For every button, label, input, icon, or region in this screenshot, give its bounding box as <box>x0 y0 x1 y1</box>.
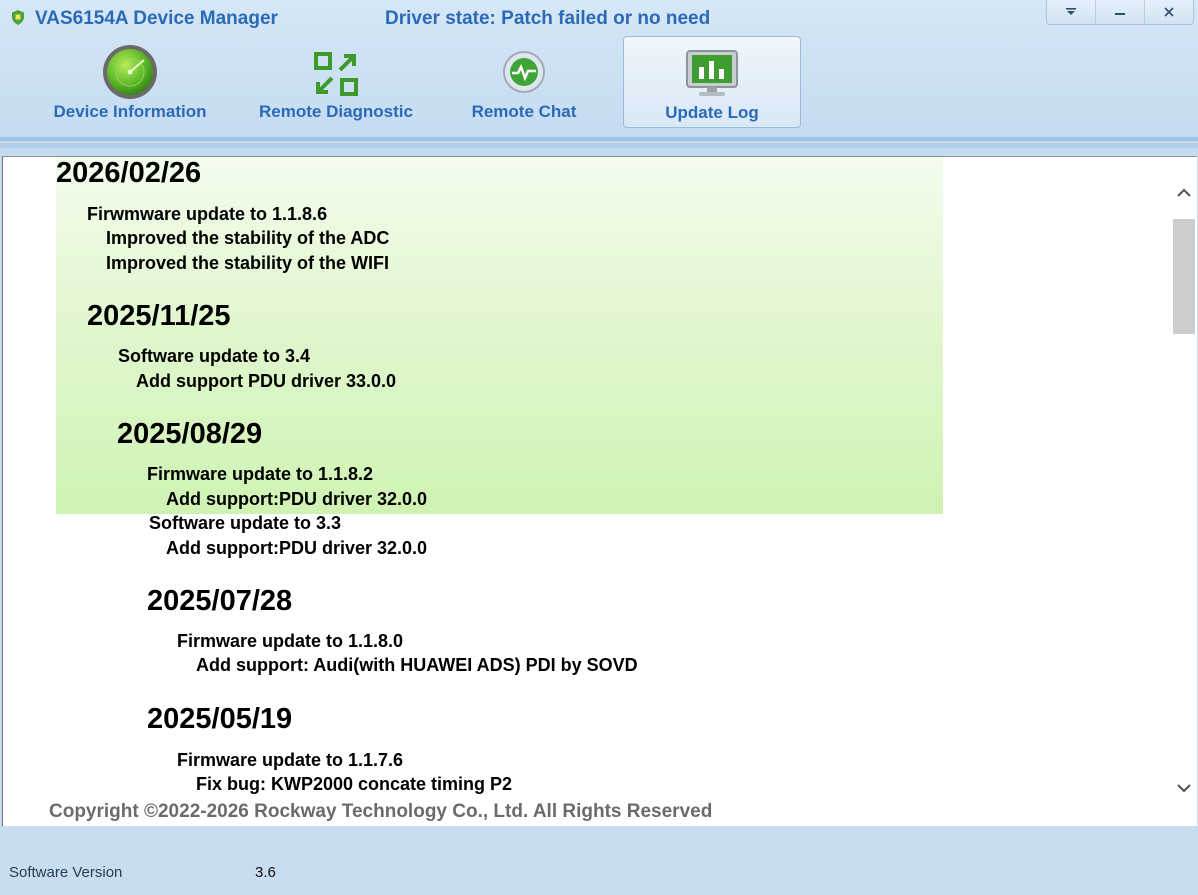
scroll-up-button[interactable] <box>1170 179 1197 207</box>
chevron-up-icon <box>1176 188 1191 197</box>
tab-label: Device Information <box>53 102 207 121</box>
log-line: Firmware update to 1.1.8.2 <box>147 464 374 484</box>
menu-dropdown-button[interactable] <box>1047 0 1095 24</box>
log-date: 2025/07/28 <box>147 585 293 617</box>
tab-remote-diagnostic[interactable]: Remote Diagnostic <box>248 36 424 128</box>
update-log-panel[interactable]: 2026/02/26 Firwmware update to 1.1.8.6 I… <box>2 156 1197 827</box>
minimize-icon <box>1115 13 1125 15</box>
scroll-thumb[interactable] <box>1173 219 1195 334</box>
log-line: Improved the stability of the WIFI <box>106 253 390 273</box>
log-line: Add support:PDU driver 32.0.0 <box>166 538 428 558</box>
header-divider <box>0 137 1198 141</box>
window-controls <box>1046 0 1194 25</box>
log-date: 2025/11/25 <box>87 300 231 332</box>
log-line: Improved the stability of the ADC <box>106 228 390 248</box>
log-line: Add support PDU driver 33.0.0 <box>136 371 397 391</box>
monitor-chart-icon <box>686 50 738 96</box>
log-line: Add support: Audi(with HUAWEI ADS) PDI b… <box>196 655 638 675</box>
scroll-down-button[interactable] <box>1170 774 1197 802</box>
log-line: Firmware update to 1.1.8.0 <box>177 631 404 651</box>
log-line: Firwmware update to 1.1.8.6 <box>87 204 328 224</box>
radar-icon <box>103 45 157 99</box>
log-date: 2026/02/26 <box>56 157 202 189</box>
status-footer: Software Version 3.6 <box>0 826 1198 895</box>
software-version-value: 3.6 <box>255 864 276 881</box>
tab-remote-chat[interactable]: Remote Chat <box>452 36 596 128</box>
log-line: Fix bug: KWP2000 concate timing P2 <box>196 774 513 794</box>
log-date: 2025/05/19 <box>147 703 293 735</box>
app-shield-icon <box>12 10 24 25</box>
minimize-button[interactable] <box>1095 0 1144 24</box>
chevron-down-icon <box>1176 784 1191 793</box>
remote-arrows-icon <box>314 52 358 96</box>
log-line: Software update to 3.4 <box>118 346 311 366</box>
tab-label: Update Log <box>665 103 759 122</box>
app-title: VAS6154A Device Manager <box>35 8 278 29</box>
title-bar: VAS6154A Device Manager Driver state: Pa… <box>0 0 1198 143</box>
tab-label: Remote Diagnostic <box>259 102 413 121</box>
header-divider <box>0 148 1198 156</box>
copyright-text: Copyright ©2022-2026 Rockway Technology … <box>49 801 713 822</box>
chevron-down-icon <box>1066 8 1076 15</box>
driver-state-text: Driver state: Patch failed or no need <box>385 8 711 29</box>
tab-label: Remote Chat <box>471 102 577 121</box>
log-line: Add support:PDU driver 32.0.0 <box>166 489 428 509</box>
tab-device-information[interactable]: Device Information <box>40 36 220 128</box>
heartbeat-chat-icon <box>503 51 545 93</box>
close-button[interactable] <box>1144 0 1193 24</box>
log-line: Firmware update to 1.1.7.6 <box>177 750 404 770</box>
software-version-label: Software Version <box>9 864 123 881</box>
log-date: 2025/08/29 <box>117 418 263 450</box>
close-icon <box>1164 7 1174 17</box>
tab-update-log[interactable]: Update Log <box>623 36 801 128</box>
log-line: Software update to 3.3 <box>149 513 342 533</box>
vertical-scrollbar[interactable] <box>1170 157 1197 827</box>
